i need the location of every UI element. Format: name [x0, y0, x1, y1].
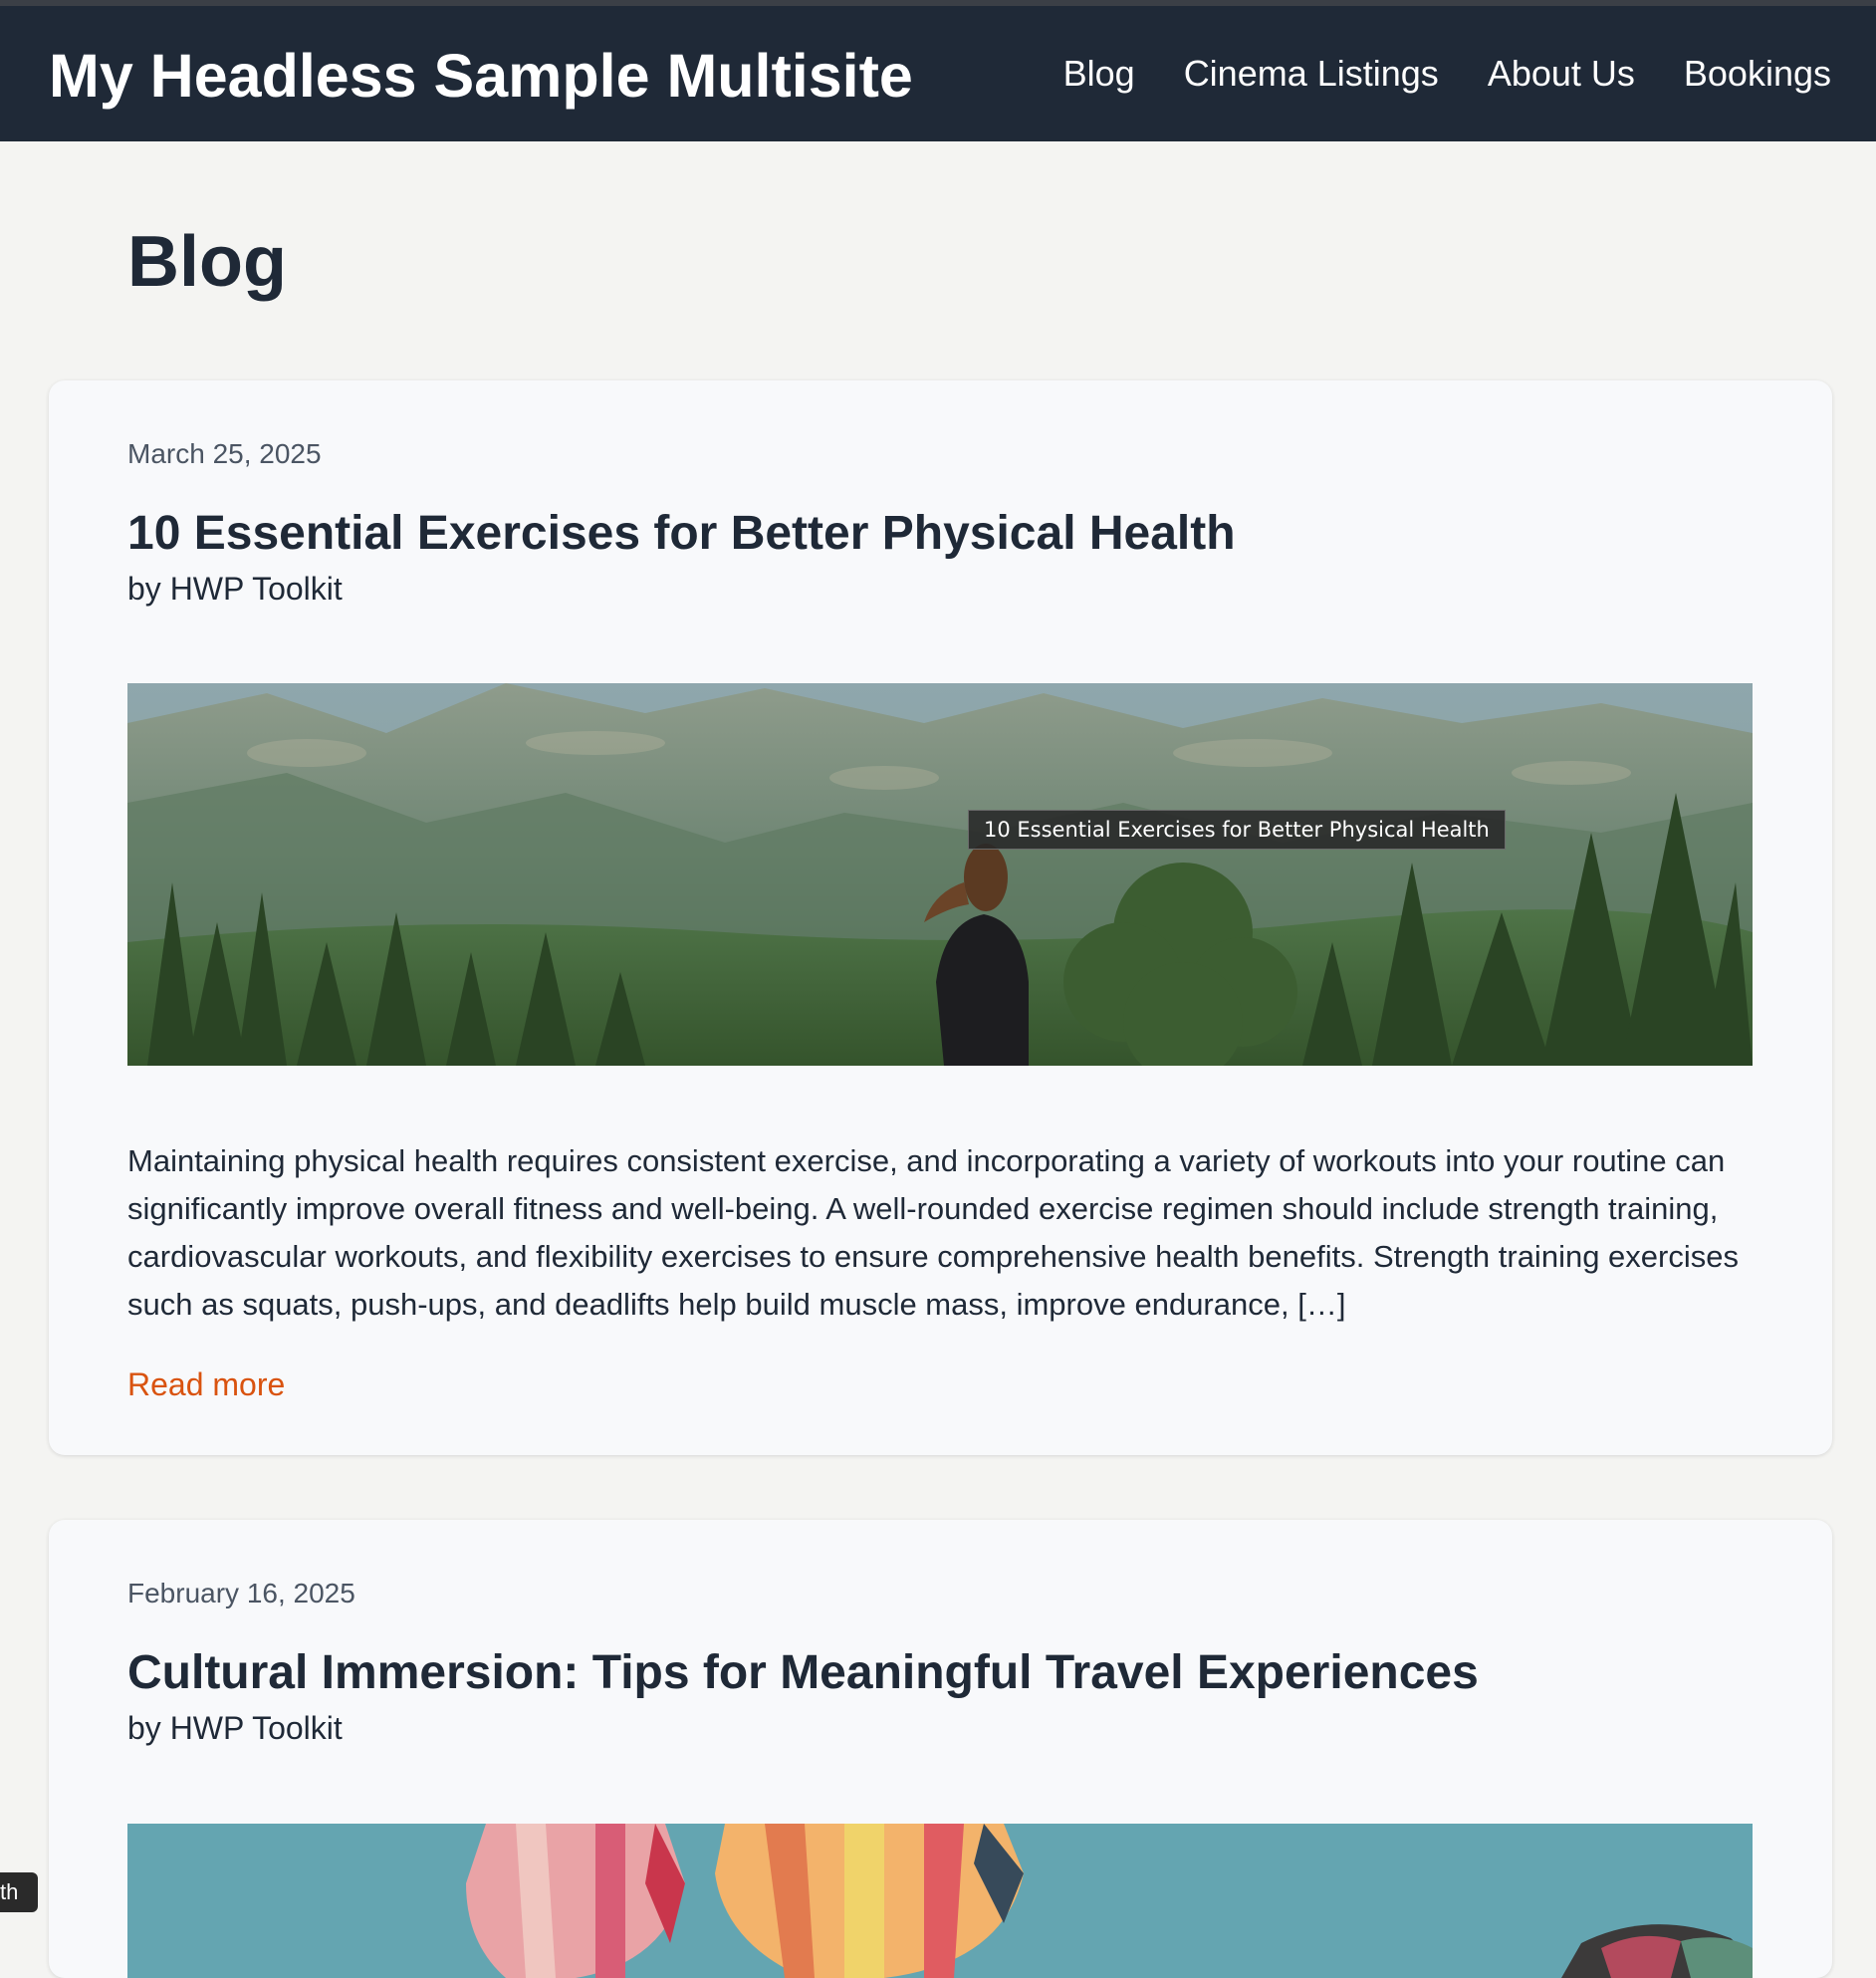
post-date: March 25, 2025: [127, 438, 322, 469]
page-title: Blog: [127, 222, 287, 302]
site-title[interactable]: My Headless Sample Multisite: [49, 37, 913, 115]
nav-link-bookings[interactable]: Bookings: [1684, 50, 1831, 98]
nav-link-cinema-listings[interactable]: Cinema Listings: [1184, 50, 1439, 98]
mountain-landscape-photo-icon: [127, 683, 1753, 1066]
nav-link-blog[interactable]: Blog: [1063, 50, 1135, 98]
post-card: March 25, 2025 10 Essential Exercises fo…: [49, 380, 1832, 1455]
nav-link-about-us[interactable]: About Us: [1488, 50, 1635, 98]
post-featured-image[interactable]: 10 Essential Exercises for Better Physic…: [127, 683, 1753, 1066]
post-date: February 16, 2025: [127, 1578, 355, 1608]
post-author: by HWP Toolkit: [127, 571, 343, 607]
post-title[interactable]: 10 Essential Exercises for Better Physic…: [127, 504, 1236, 564]
post-title[interactable]: Cultural Immersion: Tips for Meaningful …: [127, 1643, 1479, 1703]
post-featured-image[interactable]: [127, 1824, 1753, 1978]
corner-chip: th: [0, 1872, 38, 1912]
hot-air-balloons-photo-icon: [127, 1824, 1753, 1978]
post-excerpt: Maintaining physical health requires con…: [127, 1143, 1739, 1322]
main-nav: Blog Cinema Listings About Us Bookings: [1063, 50, 1831, 98]
post-author: by HWP Toolkit: [127, 1710, 343, 1746]
read-more-link[interactable]: Read more: [127, 1364, 285, 1404]
image-tooltip: 10 Essential Exercises for Better Physic…: [968, 810, 1506, 850]
site-header: My Headless Sample Multisite Blog Cinema…: [0, 6, 1876, 141]
post-card: February 16, 2025 Cultural Immersion: Ti…: [49, 1520, 1832, 1978]
